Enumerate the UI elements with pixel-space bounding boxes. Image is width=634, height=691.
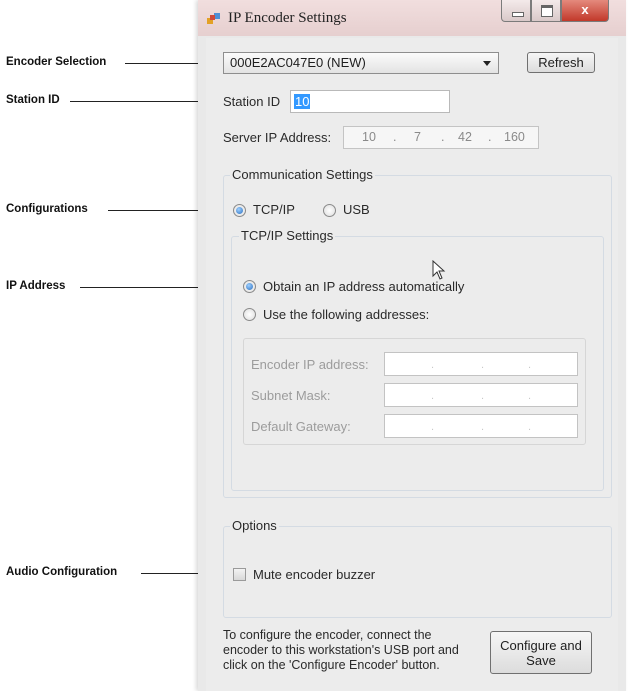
usb-radio[interactable]	[323, 204, 336, 217]
configure-and-save-label-2: Save	[526, 653, 556, 668]
server-ip-octet-2: 7	[414, 130, 421, 144]
ip-dot: .	[393, 130, 397, 144]
minimize-button[interactable]	[501, 0, 531, 22]
use-following-addresses-radio[interactable]	[243, 308, 256, 321]
ip-dot: .	[488, 130, 492, 144]
usb-label: USB	[343, 202, 370, 217]
ip-dot: .	[528, 359, 532, 371]
callout-audio-configuration: Audio Configuration	[6, 566, 118, 578]
configure-and-save-label-1: Configure and	[500, 638, 582, 653]
ip-dot: .	[481, 390, 485, 402]
callout-encoder-selection: Encoder Selection	[6, 56, 107, 68]
obtain-ip-auto-label: Obtain an IP address automatically	[263, 279, 465, 294]
station-id-label: Station ID	[223, 94, 281, 109]
callout-configurations: Configurations	[6, 203, 88, 215]
ip-encoder-settings-window: IP Encoder Settings x 000E2AC047E0 (NEW)…	[198, 0, 626, 691]
callout-station-id: Station ID	[6, 94, 60, 106]
instructions-line-3: click on the 'Configure Encoder' button.	[223, 658, 440, 672]
tcpip-label: TCP/IP	[253, 202, 295, 217]
instructions-line-2: encoder to this workstation's USB port a…	[223, 643, 459, 657]
communication-settings-title: Communication Settings	[230, 167, 375, 182]
obtain-ip-auto-radio[interactable]	[243, 280, 256, 293]
ip-dot: .	[431, 390, 435, 402]
ip-dot: .	[441, 130, 445, 144]
tcpip-radio[interactable]	[233, 204, 246, 217]
mute-buzzer-checkbox[interactable]	[233, 568, 246, 581]
server-ip-octet-3: 42	[458, 130, 472, 144]
callout-ip-address: IP Address	[6, 280, 66, 292]
ip-dot: .	[481, 359, 485, 371]
station-id-input[interactable]: 10	[290, 90, 450, 113]
encoder-ip-label: Encoder IP address:	[251, 357, 369, 372]
server-ip-label: Server IP Address:	[223, 130, 332, 145]
configure-and-save-button[interactable]: Configure and Save	[490, 631, 592, 674]
encoder-select-value: 000E2AC047E0 (NEW)	[230, 55, 366, 70]
encoder-select[interactable]: 000E2AC047E0 (NEW)	[223, 52, 499, 74]
minimize-icon	[512, 12, 524, 17]
station-id-value: 10	[294, 94, 311, 109]
instructions-line-1: To configure the encoder, connect the	[223, 628, 432, 642]
options-title: Options	[230, 518, 279, 533]
mouse-pointer-icon	[432, 260, 446, 280]
use-following-addresses-label: Use the following addresses:	[263, 307, 430, 322]
ip-dot: .	[528, 390, 532, 402]
default-gateway-label: Default Gateway:	[251, 419, 351, 434]
refresh-button[interactable]: Refresh	[527, 52, 595, 73]
close-button[interactable]: x	[561, 0, 609, 22]
maximize-icon	[541, 5, 553, 17]
server-ip-octet-1: 10	[362, 130, 376, 144]
chevron-down-icon	[483, 61, 491, 66]
tcpip-settings-title: TCP/IP Settings	[239, 228, 336, 243]
dialog-body: 000E2AC047E0 (NEW) Refresh Station ID 10…	[206, 38, 618, 691]
server-ip-field: 10 . 7 . 42 . 160	[343, 126, 539, 149]
window-title: IP Encoder Settings	[228, 10, 347, 26]
mute-buzzer-label: Mute encoder buzzer	[253, 567, 376, 582]
ip-dot: .	[431, 421, 435, 433]
default-gateway-input[interactable]: . . .	[384, 414, 578, 438]
encoder-ip-input[interactable]: . . .	[384, 352, 578, 376]
subnet-mask-input[interactable]: . . .	[384, 383, 578, 407]
ip-dot: .	[481, 421, 485, 433]
close-icon: x	[581, 2, 589, 17]
ip-dot: .	[431, 359, 435, 371]
maximize-button[interactable]	[531, 0, 561, 22]
server-ip-octet-4: 160	[504, 130, 525, 144]
ip-dot: .	[528, 421, 532, 433]
title-bar[interactable]: IP Encoder Settings x	[198, 0, 626, 36]
instructions-text: To configure the encoder, connect the en…	[223, 628, 493, 673]
subnet-mask-label: Subnet Mask:	[251, 388, 331, 403]
app-icon	[207, 13, 220, 24]
